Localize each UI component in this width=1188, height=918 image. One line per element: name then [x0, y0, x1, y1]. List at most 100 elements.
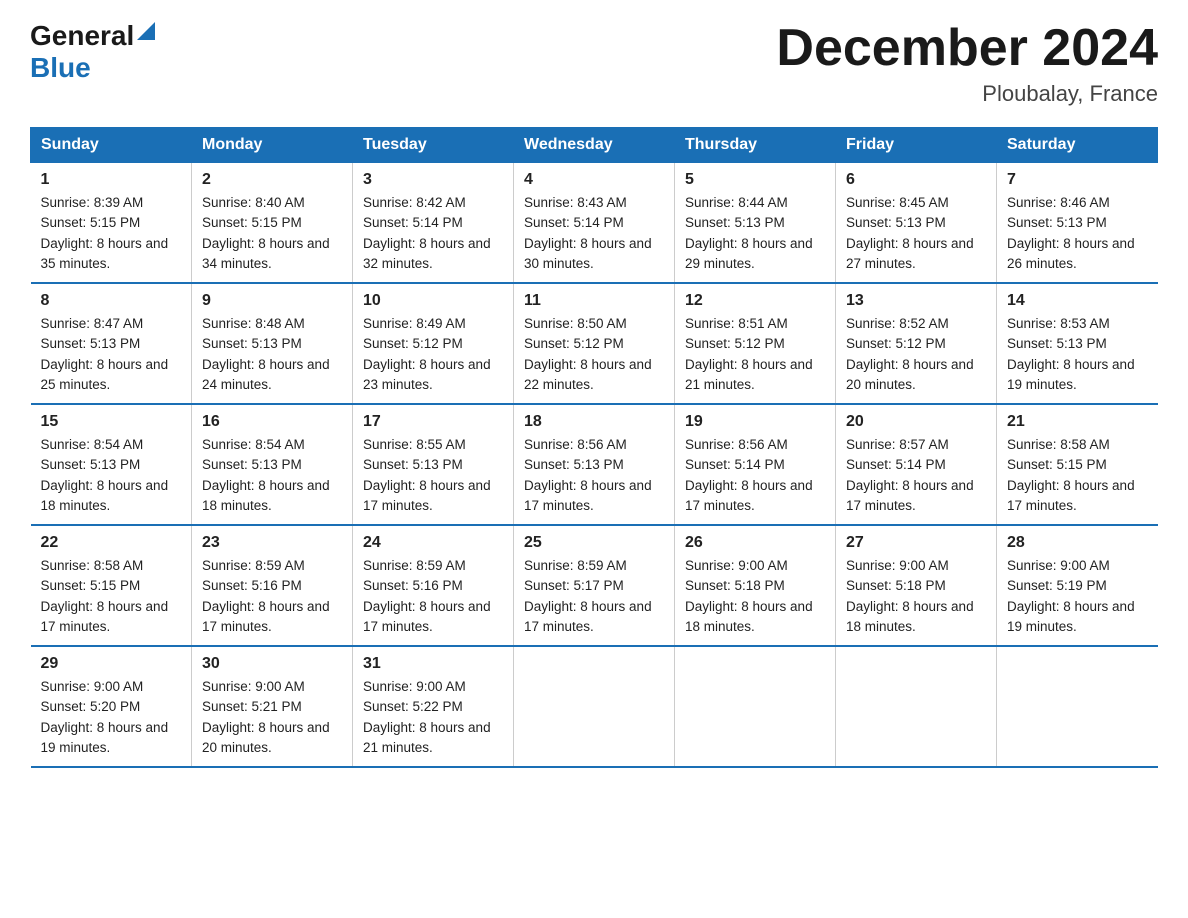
calendar-cell: 25 Sunrise: 8:59 AMSunset: 5:17 PMDayligh… — [514, 525, 675, 646]
calendar-cell: 10 Sunrise: 8:49 AMSunset: 5:12 PMDayligh… — [353, 283, 514, 404]
calendar-cell — [675, 646, 836, 767]
logo-triangle-icon — [137, 22, 155, 40]
calendar-cell: 22 Sunrise: 8:58 AMSunset: 5:15 PMDayligh… — [31, 525, 192, 646]
calendar-cell — [514, 646, 675, 767]
calendar-cell: 12 Sunrise: 8:51 AMSunset: 5:12 PMDayligh… — [675, 283, 836, 404]
day-info: Sunrise: 8:59 AMSunset: 5:17 PMDaylight:… — [524, 556, 664, 637]
calendar-cell: 13 Sunrise: 8:52 AMSunset: 5:12 PMDayligh… — [836, 283, 997, 404]
day-info: Sunrise: 9:00 AMSunset: 5:18 PMDaylight:… — [846, 556, 986, 637]
day-number: 18 — [524, 413, 664, 431]
day-info: Sunrise: 8:49 AMSunset: 5:12 PMDaylight:… — [363, 314, 503, 395]
day-number: 17 — [363, 413, 503, 431]
col-monday: Monday — [192, 128, 353, 163]
day-number: 2 — [202, 171, 342, 189]
day-number: 30 — [202, 655, 342, 673]
day-number: 3 — [363, 171, 503, 189]
col-tuesday: Tuesday — [353, 128, 514, 163]
col-friday: Friday — [836, 128, 997, 163]
calendar-cell — [836, 646, 997, 767]
day-info: Sunrise: 8:59 AMSunset: 5:16 PMDaylight:… — [363, 556, 503, 637]
calendar-cell: 2 Sunrise: 8:40 AMSunset: 5:15 PMDaylight… — [192, 163, 353, 284]
day-info: Sunrise: 9:00 AMSunset: 5:21 PMDaylight:… — [202, 677, 342, 758]
day-info: Sunrise: 8:53 AMSunset: 5:13 PMDaylight:… — [1007, 314, 1148, 395]
day-info: Sunrise: 9:00 AMSunset: 5:19 PMDaylight:… — [1007, 556, 1148, 637]
calendar-cell: 3 Sunrise: 8:42 AMSunset: 5:14 PMDaylight… — [353, 163, 514, 284]
day-number: 22 — [41, 534, 182, 552]
day-info: Sunrise: 8:58 AMSunset: 5:15 PMDaylight:… — [41, 556, 182, 637]
day-number: 10 — [363, 292, 503, 310]
day-number: 14 — [1007, 292, 1148, 310]
day-number: 13 — [846, 292, 986, 310]
day-info: Sunrise: 8:54 AMSunset: 5:13 PMDaylight:… — [41, 435, 182, 516]
col-saturday: Saturday — [997, 128, 1158, 163]
day-info: Sunrise: 8:55 AMSunset: 5:13 PMDaylight:… — [363, 435, 503, 516]
day-number: 7 — [1007, 171, 1148, 189]
day-info: Sunrise: 8:58 AMSunset: 5:15 PMDaylight:… — [1007, 435, 1148, 516]
calendar-cell: 31Sunrise: 9:00 AMSunset: 5:22 PMDayligh… — [353, 646, 514, 767]
calendar-cell: 20Sunrise: 8:57 AMSunset: 5:14 PMDayligh… — [836, 404, 997, 525]
calendar-week-row: 15 Sunrise: 8:54 AMSunset: 5:13 PMDayligh… — [31, 404, 1158, 525]
calendar-cell: 14 Sunrise: 8:53 AMSunset: 5:13 PMDayligh… — [997, 283, 1158, 404]
calendar-cell: 23 Sunrise: 8:59 AMSunset: 5:16 PMDayligh… — [192, 525, 353, 646]
title-block: December 2024 Ploubalay, France — [776, 20, 1158, 107]
logo-blue-text: Blue — [30, 52, 91, 84]
day-info: Sunrise: 9:00 AMSunset: 5:18 PMDaylight:… — [685, 556, 825, 637]
calendar-cell: 19 Sunrise: 8:56 AMSunset: 5:14 PMDayligh… — [675, 404, 836, 525]
day-info: Sunrise: 8:48 AMSunset: 5:13 PMDaylight:… — [202, 314, 342, 395]
day-number: 11 — [524, 292, 664, 310]
day-info: Sunrise: 8:39 AMSunset: 5:15 PMDaylight:… — [41, 193, 182, 274]
day-info: Sunrise: 8:46 AMSunset: 5:13 PMDaylight:… — [1007, 193, 1148, 274]
day-number: 16 — [202, 413, 342, 431]
calendar-week-row: 22 Sunrise: 8:58 AMSunset: 5:15 PMDayligh… — [31, 525, 1158, 646]
day-number: 28 — [1007, 534, 1148, 552]
calendar-cell: 27 Sunrise: 9:00 AMSunset: 5:18 PMDayligh… — [836, 525, 997, 646]
day-info: Sunrise: 8:52 AMSunset: 5:12 PMDaylight:… — [846, 314, 986, 395]
day-info: Sunrise: 8:43 AMSunset: 5:14 PMDaylight:… — [524, 193, 664, 274]
calendar-week-row: 1 Sunrise: 8:39 AMSunset: 5:15 PMDaylight… — [31, 163, 1158, 284]
calendar-cell: 6Sunrise: 8:45 AMSunset: 5:13 PMDaylight… — [836, 163, 997, 284]
day-info: Sunrise: 9:00 AMSunset: 5:22 PMDaylight:… — [363, 677, 503, 758]
page-header: General Blue December 2024 Ploubalay, Fr… — [30, 20, 1158, 107]
location-subtitle: Ploubalay, France — [776, 81, 1158, 107]
day-info: Sunrise: 8:42 AMSunset: 5:14 PMDaylight:… — [363, 193, 503, 274]
col-thursday: Thursday — [675, 128, 836, 163]
calendar-cell: 18Sunrise: 8:56 AMSunset: 5:13 PMDayligh… — [514, 404, 675, 525]
day-number: 15 — [41, 413, 182, 431]
day-number: 8 — [41, 292, 182, 310]
day-info: Sunrise: 9:00 AMSunset: 5:20 PMDaylight:… — [41, 677, 182, 758]
day-info: Sunrise: 8:50 AMSunset: 5:12 PMDaylight:… — [524, 314, 664, 395]
calendar-cell: 11 Sunrise: 8:50 AMSunset: 5:12 PMDayligh… — [514, 283, 675, 404]
day-number: 6 — [846, 171, 986, 189]
day-number: 26 — [685, 534, 825, 552]
day-info: Sunrise: 8:56 AMSunset: 5:14 PMDaylight:… — [685, 435, 825, 516]
day-number: 9 — [202, 292, 342, 310]
calendar-cell: 9 Sunrise: 8:48 AMSunset: 5:13 PMDaylight… — [192, 283, 353, 404]
day-number: 27 — [846, 534, 986, 552]
col-sunday: Sunday — [31, 128, 192, 163]
day-info: Sunrise: 8:51 AMSunset: 5:12 PMDaylight:… — [685, 314, 825, 395]
day-info: Sunrise: 8:47 AMSunset: 5:13 PMDaylight:… — [41, 314, 182, 395]
calendar-cell: 28 Sunrise: 9:00 AMSunset: 5:19 PMDayligh… — [997, 525, 1158, 646]
calendar-cell: 24Sunrise: 8:59 AMSunset: 5:16 PMDayligh… — [353, 525, 514, 646]
calendar-header-row: Sunday Monday Tuesday Wednesday Thursday… — [31, 128, 1158, 163]
day-number: 20 — [846, 413, 986, 431]
logo-general-text: General — [30, 20, 134, 52]
day-number: 23 — [202, 534, 342, 552]
calendar-cell: 16 Sunrise: 8:54 AMSunset: 5:13 PMDayligh… — [192, 404, 353, 525]
day-number: 19 — [685, 413, 825, 431]
calendar-cell: 8 Sunrise: 8:47 AMSunset: 5:13 PMDaylight… — [31, 283, 192, 404]
day-info: Sunrise: 8:40 AMSunset: 5:15 PMDaylight:… — [202, 193, 342, 274]
day-number: 25 — [524, 534, 664, 552]
col-wednesday: Wednesday — [514, 128, 675, 163]
day-info: Sunrise: 8:54 AMSunset: 5:13 PMDaylight:… — [202, 435, 342, 516]
calendar-cell: 1 Sunrise: 8:39 AMSunset: 5:15 PMDaylight… — [31, 163, 192, 284]
calendar-cell: 5Sunrise: 8:44 AMSunset: 5:13 PMDaylight… — [675, 163, 836, 284]
calendar-cell: 29Sunrise: 9:00 AMSunset: 5:20 PMDayligh… — [31, 646, 192, 767]
calendar-cell: 21 Sunrise: 8:58 AMSunset: 5:15 PMDayligh… — [997, 404, 1158, 525]
day-info: Sunrise: 8:59 AMSunset: 5:16 PMDaylight:… — [202, 556, 342, 637]
day-number: 1 — [41, 171, 182, 189]
day-number: 12 — [685, 292, 825, 310]
calendar-table: Sunday Monday Tuesday Wednesday Thursday… — [30, 127, 1158, 768]
day-number: 21 — [1007, 413, 1148, 431]
calendar-cell: 17 Sunrise: 8:55 AMSunset: 5:13 PMDayligh… — [353, 404, 514, 525]
